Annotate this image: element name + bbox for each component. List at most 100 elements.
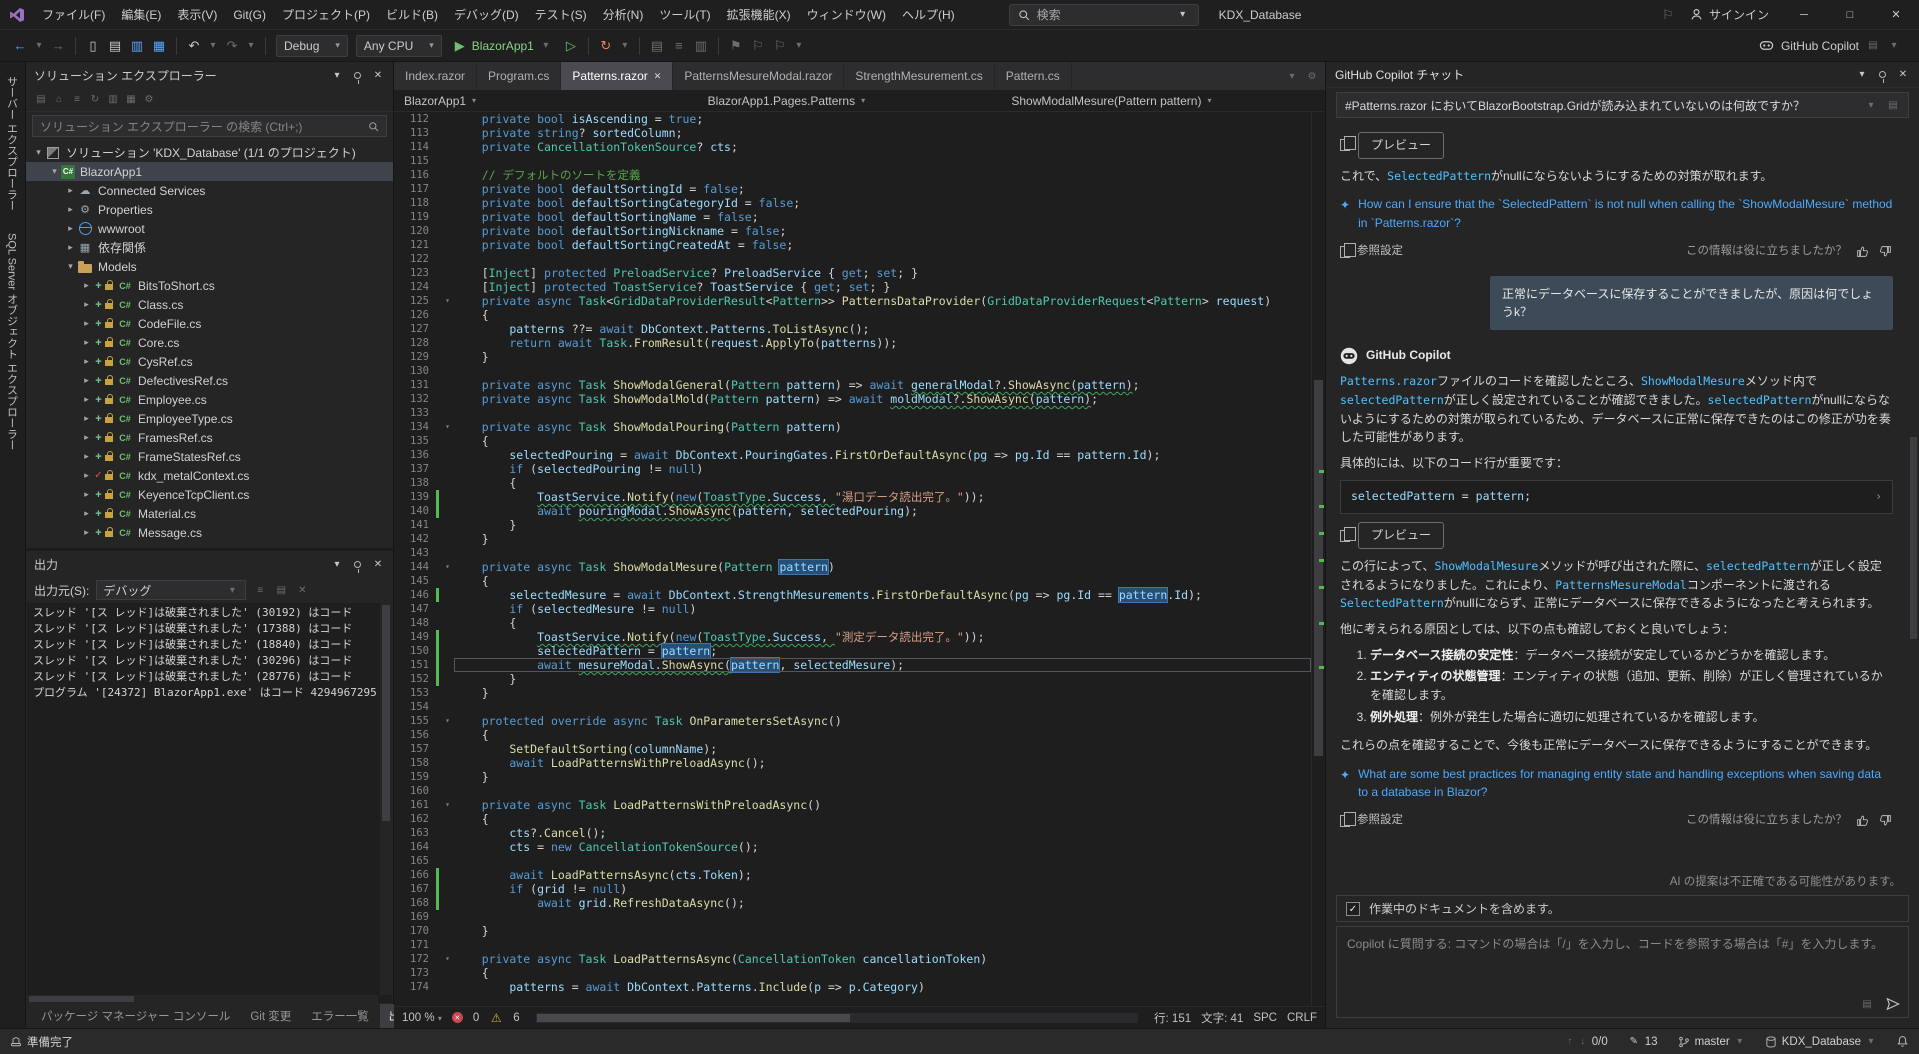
code-line[interactable]: 173{ [394,966,1311,980]
pin-icon[interactable] [354,72,361,79]
tree-expander-icon[interactable]: ▸ [80,280,93,291]
menu-item[interactable]: ビルド(B) [378,0,446,30]
code-line[interactable]: 119private bool defaultSortingName = fal… [394,210,1311,224]
send-icon[interactable] [1886,997,1900,1011]
editor-tab[interactable]: Patterns.razor [561,62,673,90]
properties-icon[interactable] [142,93,156,107]
code-editor[interactable]: 112private bool isAscending = true;113pr… [394,112,1325,1006]
chevron-down-icon[interactable] [1855,68,1869,82]
navigate-back-icon[interactable] [10,36,30,56]
line-ending-indicator[interactable]: CRLF [1287,1012,1317,1024]
code-line[interactable]: 132private async Task ShowModalMold(Patt… [394,392,1311,406]
next-bookmark-icon[interactable] [770,36,790,56]
scroll-right-icon[interactable] [1875,488,1882,506]
solution-explorer-search[interactable]: ソリューション エクスプローラー の検索 (Ctrl+;) [32,115,387,137]
code-line[interactable]: 117private bool defaultSortingId = false… [394,182,1311,196]
code-line[interactable]: 146selectedMesure = await DbContext.Stre… [394,588,1311,602]
clear-all-icon[interactable] [295,583,309,597]
start-debugging-button[interactable]: BlazorApp1 [447,36,559,56]
fold-marker-icon[interactable]: ▾ [441,714,454,728]
background-tasks-icon[interactable] [10,1036,22,1048]
warning-count[interactable]: 6 [513,1012,519,1024]
code-line[interactable]: 139ToastService.Notify(new(ToastType.Suc… [394,490,1311,504]
code-line[interactable]: 166await LoadPatternsAsync(cts.Token); [394,868,1311,882]
menu-item[interactable]: Git(G) [225,0,274,30]
code-line[interactable]: 136selectedPouring = await DbContext.Pou… [394,448,1311,462]
chevron-down-icon[interactable] [1864,98,1878,112]
zoom-control[interactable]: 100 % [402,1012,442,1024]
thumbs-up-icon[interactable] [1856,245,1870,259]
code-line[interactable]: 129} [394,350,1311,364]
pending-changes[interactable]: 13 [1628,1035,1658,1049]
fold-marker-icon[interactable]: ▾ [441,798,454,812]
code-block[interactable]: selectedPattern = pattern; [1340,480,1893,514]
tree-item[interactable]: ▸+C#KeyenceTcpClient.cs [26,485,393,504]
code-line[interactable]: 157SetDefaultSorting(columnName); [394,742,1311,756]
find-in-files-icon[interactable] [647,36,667,56]
notifications[interactable] [1896,1035,1909,1048]
tree-expander-icon[interactable]: ▾ [32,147,45,158]
new-file-icon[interactable] [83,36,103,56]
copy-icon[interactable] [1340,530,1350,542]
code-line[interactable]: 174patterns = await DbContext.Patterns.I… [394,980,1311,994]
code-line[interactable]: 171 [394,938,1311,952]
tree-expander-icon[interactable]: ▾ [48,166,61,177]
panel-tab[interactable]: エラー一覧 [302,1004,378,1028]
code-line[interactable]: 124[Inject] protected ToastService? Toas… [394,280,1311,294]
tree-expander-icon[interactable]: ▸ [80,337,93,348]
editor-vertical-scrollbar[interactable] [1311,112,1325,1006]
code-line[interactable]: 116// デフォルトのソートを定義 [394,168,1311,182]
code-line[interactable]: 122 [394,252,1311,266]
tree-item[interactable]: ▸+C#Class.cs [26,295,393,314]
copilot-open-chat-icon[interactable] [1866,39,1880,53]
close-tab-icon[interactable] [654,71,662,82]
tree-item[interactable]: ▸⚙Properties [26,200,393,219]
show-all-files-icon[interactable] [124,93,138,107]
output-header[interactable]: 出力 [26,551,393,577]
breadcrumb-segment[interactable]: BlazorApp1 [404,94,708,108]
menu-item[interactable]: ファイル(F) [34,0,113,30]
output-log[interactable]: スレッド '[ス レッド]は破棄されました' (30192) はコードスレッド … [27,603,392,1003]
menu-item[interactable]: 編集(E) [113,0,169,30]
copilot-scrollbar[interactable] [1909,154,1918,828]
code-line[interactable]: 131private async Task ShowModalGeneral(P… [394,378,1311,392]
start-without-debugging-icon[interactable] [561,36,581,56]
code-line[interactable]: 155▾protected override async Task OnPara… [394,714,1311,728]
code-line[interactable]: 154 [394,700,1311,714]
tree-item[interactable]: ▸☁Connected Services [26,181,393,200]
tree-expander-icon[interactable]: ▸ [80,489,93,500]
code-line[interactable]: 130 [394,364,1311,378]
back-history-caret-icon[interactable] [32,39,46,53]
thumbs-down-icon[interactable] [1879,245,1893,259]
error-count-icon[interactable]: ✕ [452,1012,463,1023]
code-line[interactable]: 162{ [394,812,1311,826]
current-repository[interactable]: KDX_Database [1765,1035,1876,1049]
fold-marker-icon[interactable]: ▾ [441,952,454,966]
save-icon[interactable] [127,36,147,56]
code-line[interactable]: 144▾private async Task ShowModalMesure(P… [394,560,1311,574]
editor-options-icon[interactable] [1305,69,1319,83]
include-documents-row[interactable]: ✓ 作業中のドキュメントを含めます。 [1336,895,1909,922]
document-list-caret-icon[interactable] [1285,69,1299,83]
side-tool-tab[interactable]: サーバー エクスプローラー [6,76,20,211]
home-icon[interactable] [52,93,66,107]
output-vertical-scrollbar[interactable] [380,603,392,995]
attach-context-icon[interactable] [1860,997,1874,1011]
tree-expander-icon[interactable]: ▸ [80,413,93,424]
chevron-down-icon[interactable] [330,68,344,82]
output-horizontal-scrollbar[interactable] [27,995,378,1003]
code-map-icon[interactable] [691,36,711,56]
tree-expander-icon[interactable]: ▸ [80,299,93,310]
code-line[interactable]: 123[Inject] protected PreloadService? Pr… [394,266,1311,280]
tree-expander-icon[interactable]: ▾ [64,261,77,272]
code-line[interactable]: 114private CancellationTokenSource? cts; [394,140,1311,154]
close-panel-icon[interactable] [371,68,385,82]
caret-column-indicator[interactable]: 文字: 41 [1201,1010,1243,1026]
copy-icon[interactable] [1340,139,1350,151]
tree-expander-icon[interactable]: ▸ [80,470,93,481]
tree-expander-icon[interactable]: ▸ [80,527,93,538]
bookmark-icon[interactable] [726,36,746,56]
code-line[interactable]: 150selectedPattern = pattern; [394,644,1311,658]
code-line[interactable]: 165 [394,854,1311,868]
menu-item[interactable]: ヘルプ(H) [894,0,963,30]
